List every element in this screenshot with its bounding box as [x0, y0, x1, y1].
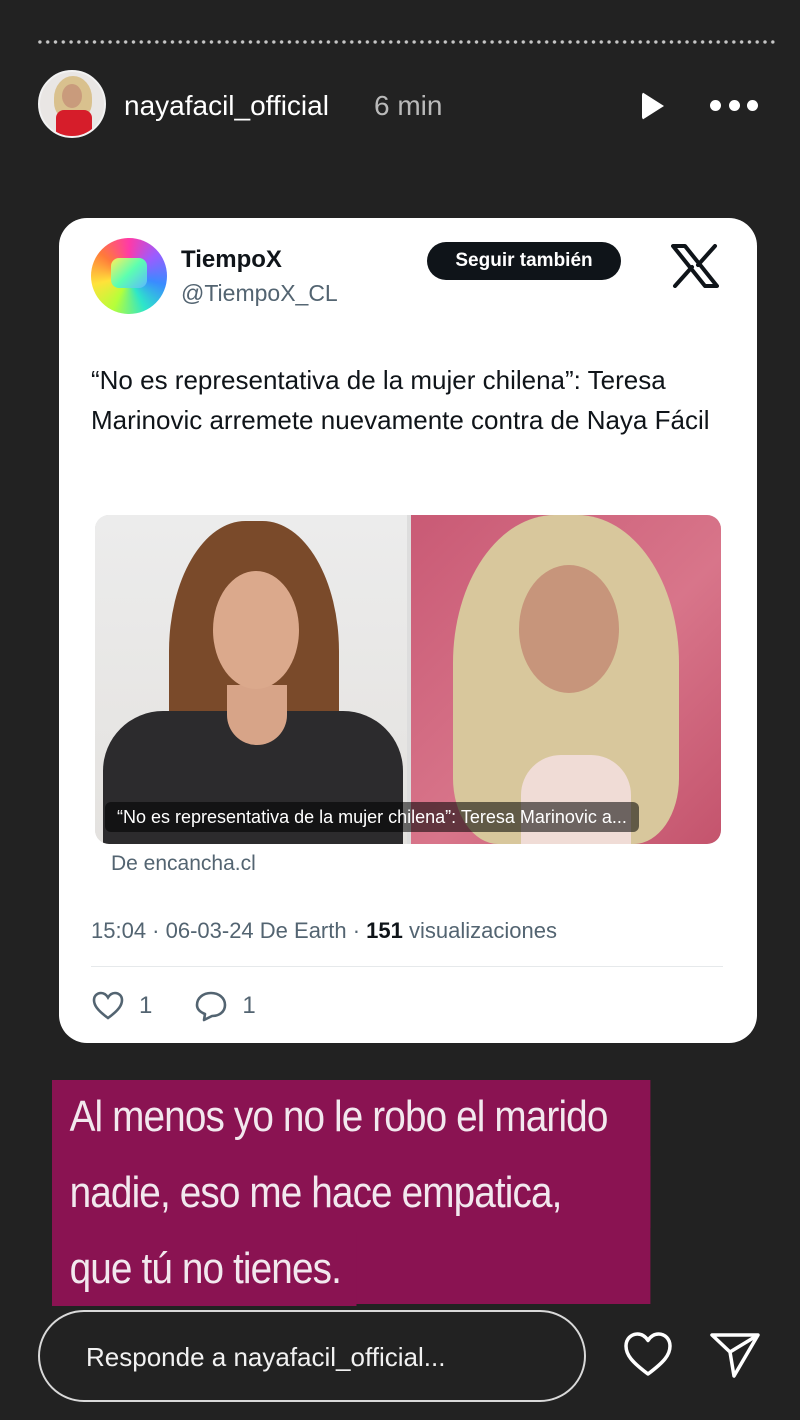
tweet-author-name: TiempoX	[181, 246, 282, 273]
follow-button[interactable]: Seguir también	[427, 242, 621, 280]
tweet-author-handle: @TiempoX_CL	[181, 280, 338, 306]
avatar[interactable]	[38, 70, 106, 138]
comment-icon[interactable]	[194, 989, 228, 1023]
reply-count: 1	[242, 992, 256, 1019]
post-time: 6 min	[374, 90, 443, 121]
reply-input[interactable]	[84, 1312, 568, 1402]
tweet-meta: 15:04 · 06-03-24 De Earth · 151 visualiz…	[91, 918, 557, 944]
x-logo-icon	[671, 244, 719, 288]
photo-teresa	[95, 515, 407, 844]
like-story-icon[interactable]	[622, 1330, 674, 1378]
story-progress-bar	[36, 40, 778, 44]
views-label: visualizaciones	[402, 918, 557, 943]
username[interactable]: nayafacil_official	[124, 90, 329, 122]
reply-box	[38, 1310, 586, 1402]
overlay-line-3: que tú no tienes.	[52, 1232, 357, 1306]
divider	[91, 966, 723, 967]
link-source[interactable]: De encancha.cl	[111, 852, 256, 876]
tweet-timestamp: 15:04 · 06-03-24 De Earth ·	[91, 918, 367, 943]
tweet-text: “No es representativa de la mujer chilen…	[91, 365, 710, 435]
story-text-overlay: Al menos yo no le robo el marido a nadie…	[52, 1080, 732, 1308]
more-options-icon[interactable]	[710, 100, 758, 112]
tweet-media[interactable]: “No es representativa de la mujer chilen…	[95, 515, 721, 844]
tweet-author-avatar	[91, 238, 167, 314]
views-count: 151	[366, 918, 403, 943]
media-caption: “No es representativa de la mujer chilen…	[105, 802, 639, 832]
photo-naya	[411, 515, 721, 844]
tweet-card: TiempoX @TiempoX_CL Seguir también “No e…	[59, 218, 757, 1043]
send-icon[interactable]	[708, 1330, 762, 1380]
tweet-actions: 1 1	[91, 986, 256, 1026]
story-header: nayafacil_official 6 min	[38, 70, 762, 142]
like-count: 1	[139, 992, 153, 1019]
heart-icon[interactable]	[91, 989, 125, 1023]
play-icon[interactable]	[642, 92, 664, 120]
